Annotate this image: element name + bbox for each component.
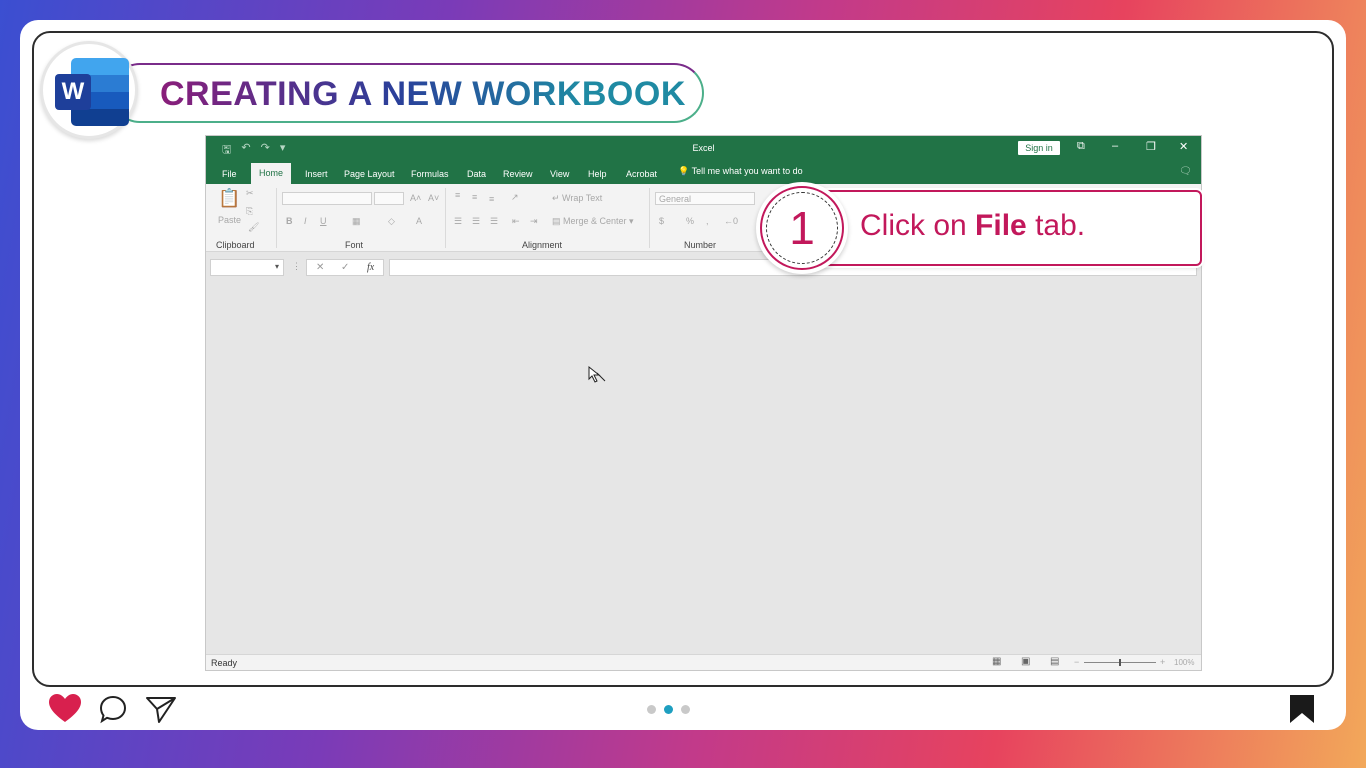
minimize-icon[interactable]: – — [1112, 140, 1118, 152]
callout-text-suffix: tab. — [1026, 209, 1086, 242]
paste-icon[interactable]: 📋 — [218, 188, 240, 209]
format-painter-icon[interactable]: 🖌 — [248, 222, 259, 233]
callout-instruction: Click on File tab. — [860, 209, 1085, 243]
sign-in-button[interactable]: Sign in — [1018, 141, 1060, 155]
enter-formula-icon[interactable]: ✓ — [341, 262, 349, 273]
step-callout: Click on File tab. — [790, 190, 1202, 266]
wrap-text-label: Wrap Text — [562, 193, 603, 203]
formula-bar-grip-icon: ⋮ — [292, 261, 301, 271]
number-format-value: General — [659, 194, 692, 204]
title-banner: CREATING A NEW WORKBOOK — [110, 63, 704, 123]
font-name-select[interactable] — [282, 192, 372, 205]
share-icon[interactable] — [145, 694, 177, 724]
close-icon[interactable]: ✕ — [1179, 140, 1188, 153]
font-color-icon[interactable]: A — [416, 216, 422, 226]
clipboard-group-label: Clipboard — [216, 240, 255, 250]
cancel-formula-icon[interactable]: ✕ — [316, 262, 324, 273]
align-top-icon[interactable]: ≡ — [455, 190, 460, 200]
word-logo-letter: W — [55, 74, 91, 110]
tab-page-layout[interactable]: Page Layout — [336, 165, 403, 184]
word-logo-badge: W — [40, 41, 138, 139]
align-center-icon[interactable]: ☰ — [472, 216, 480, 227]
formula-buttons: ✕ ✓ fx — [306, 259, 384, 276]
page-dot-active[interactable] — [664, 705, 673, 714]
align-left-icon[interactable]: ☰ — [454, 216, 462, 227]
zoom-out-icon[interactable]: − — [1074, 657, 1079, 667]
tab-file[interactable]: File — [214, 165, 245, 184]
orientation-icon[interactable]: ↗ — [511, 192, 519, 203]
align-right-icon[interactable]: ☰ — [490, 216, 498, 227]
increase-decimal-icon[interactable]: ←0 — [724, 216, 738, 226]
tab-view[interactable]: View — [542, 165, 577, 184]
currency-icon[interactable]: $ — [659, 216, 664, 226]
borders-icon[interactable]: ▦ — [352, 216, 361, 227]
number-group-label: Number — [684, 240, 717, 250]
heart-icon[interactable] — [48, 694, 82, 724]
ribbon-tabs: File Home Insert Page Layout Formulas Da… — [206, 160, 1201, 184]
merge-center-label: Merge & Center — [563, 216, 627, 226]
fill-color-icon[interactable]: ◇ — [388, 216, 395, 227]
merge-center-button[interactable]: ▤ Merge & Center ▾ — [552, 216, 634, 227]
ribbon-display-icon[interactable]: ⧉ — [1077, 140, 1085, 153]
comments-icon[interactable]: 🗨 — [1179, 166, 1192, 177]
align-middle-icon[interactable]: ≡ — [472, 192, 477, 202]
tab-insert[interactable]: Insert — [297, 165, 336, 184]
tab-formulas[interactable]: Formulas — [403, 165, 457, 184]
underline-icon[interactable]: U — [320, 216, 327, 226]
zoom-in-icon[interactable]: + — [1160, 657, 1165, 667]
group-divider — [445, 188, 446, 248]
copy-icon[interactable]: ⎘ — [246, 206, 253, 217]
page-title: CREATING A NEW WORKBOOK — [160, 75, 686, 113]
tab-home[interactable]: Home — [251, 163, 292, 184]
italic-icon[interactable]: I — [304, 216, 307, 226]
tab-data[interactable]: Data — [459, 165, 494, 184]
tab-acrobat[interactable]: Acrobat — [618, 165, 665, 184]
zoom-slider-thumb[interactable] — [1119, 659, 1121, 666]
name-box[interactable]: ▾ — [210, 259, 284, 276]
page-dot[interactable] — [681, 705, 690, 714]
tell-me-label: Tell me what you want to do — [691, 166, 803, 176]
group-divider — [276, 188, 277, 248]
page-layout-view-icon[interactable]: ▣ — [1021, 656, 1030, 667]
comma-icon[interactable]: , — [706, 216, 709, 226]
percent-icon[interactable]: % — [686, 216, 694, 226]
tab-help[interactable]: Help — [580, 165, 615, 184]
step-number: 1 — [766, 192, 838, 264]
callout-text-prefix: Click on — [860, 209, 976, 242]
alignment-group-label: Alignment — [522, 240, 563, 250]
font-group-label: Font — [345, 240, 364, 250]
status-bar: Ready ▦ ▣ ▤ − + 100% — [206, 654, 1201, 670]
normal-view-icon[interactable]: ▦ — [992, 656, 1001, 667]
excel-titlebar: 🖫 ↶ ↷ ▾ Excel Sign in ⧉ – ❐ ✕ — [206, 136, 1201, 160]
status-text: Ready — [211, 658, 238, 668]
page-dot[interactable] — [647, 705, 656, 714]
grow-font-icon[interactable]: A˄ — [410, 193, 421, 203]
increase-indent-icon[interactable]: ⇥ — [530, 216, 538, 227]
pagination-dots — [647, 705, 690, 714]
tell-me-search[interactable]: 💡 Tell me what you want to do — [678, 166, 803, 177]
group-divider — [649, 188, 650, 248]
callout-text-bold: File — [975, 209, 1027, 242]
bold-icon[interactable]: B — [286, 216, 293, 226]
comment-icon[interactable] — [99, 694, 127, 724]
wrap-text-button[interactable]: ↵ Wrap Text — [552, 193, 602, 204]
cut-icon[interactable]: ✂ — [246, 188, 254, 199]
name-box-dropdown-icon[interactable]: ▾ — [275, 262, 279, 271]
number-format-select[interactable]: General — [655, 192, 755, 205]
shrink-font-icon[interactable]: A˅ — [428, 193, 439, 203]
mouse-cursor-icon — [588, 365, 606, 383]
paste-label[interactable]: Paste — [218, 215, 241, 225]
insert-function-icon[interactable]: fx — [367, 262, 374, 273]
zoom-level[interactable]: 100% — [1174, 658, 1194, 667]
lightbulb-icon: 💡 — [678, 166, 690, 176]
step-number-badge: 1 — [756, 182, 848, 274]
align-bottom-icon[interactable]: ≡ — [489, 194, 494, 204]
font-size-select[interactable] — [374, 192, 404, 205]
restore-icon[interactable]: ❐ — [1146, 140, 1156, 153]
bookmark-icon[interactable] — [1289, 694, 1315, 724]
decrease-indent-icon[interactable]: ⇤ — [512, 216, 520, 227]
tab-review[interactable]: Review — [495, 165, 541, 184]
page-break-view-icon[interactable]: ▤ — [1050, 656, 1059, 667]
